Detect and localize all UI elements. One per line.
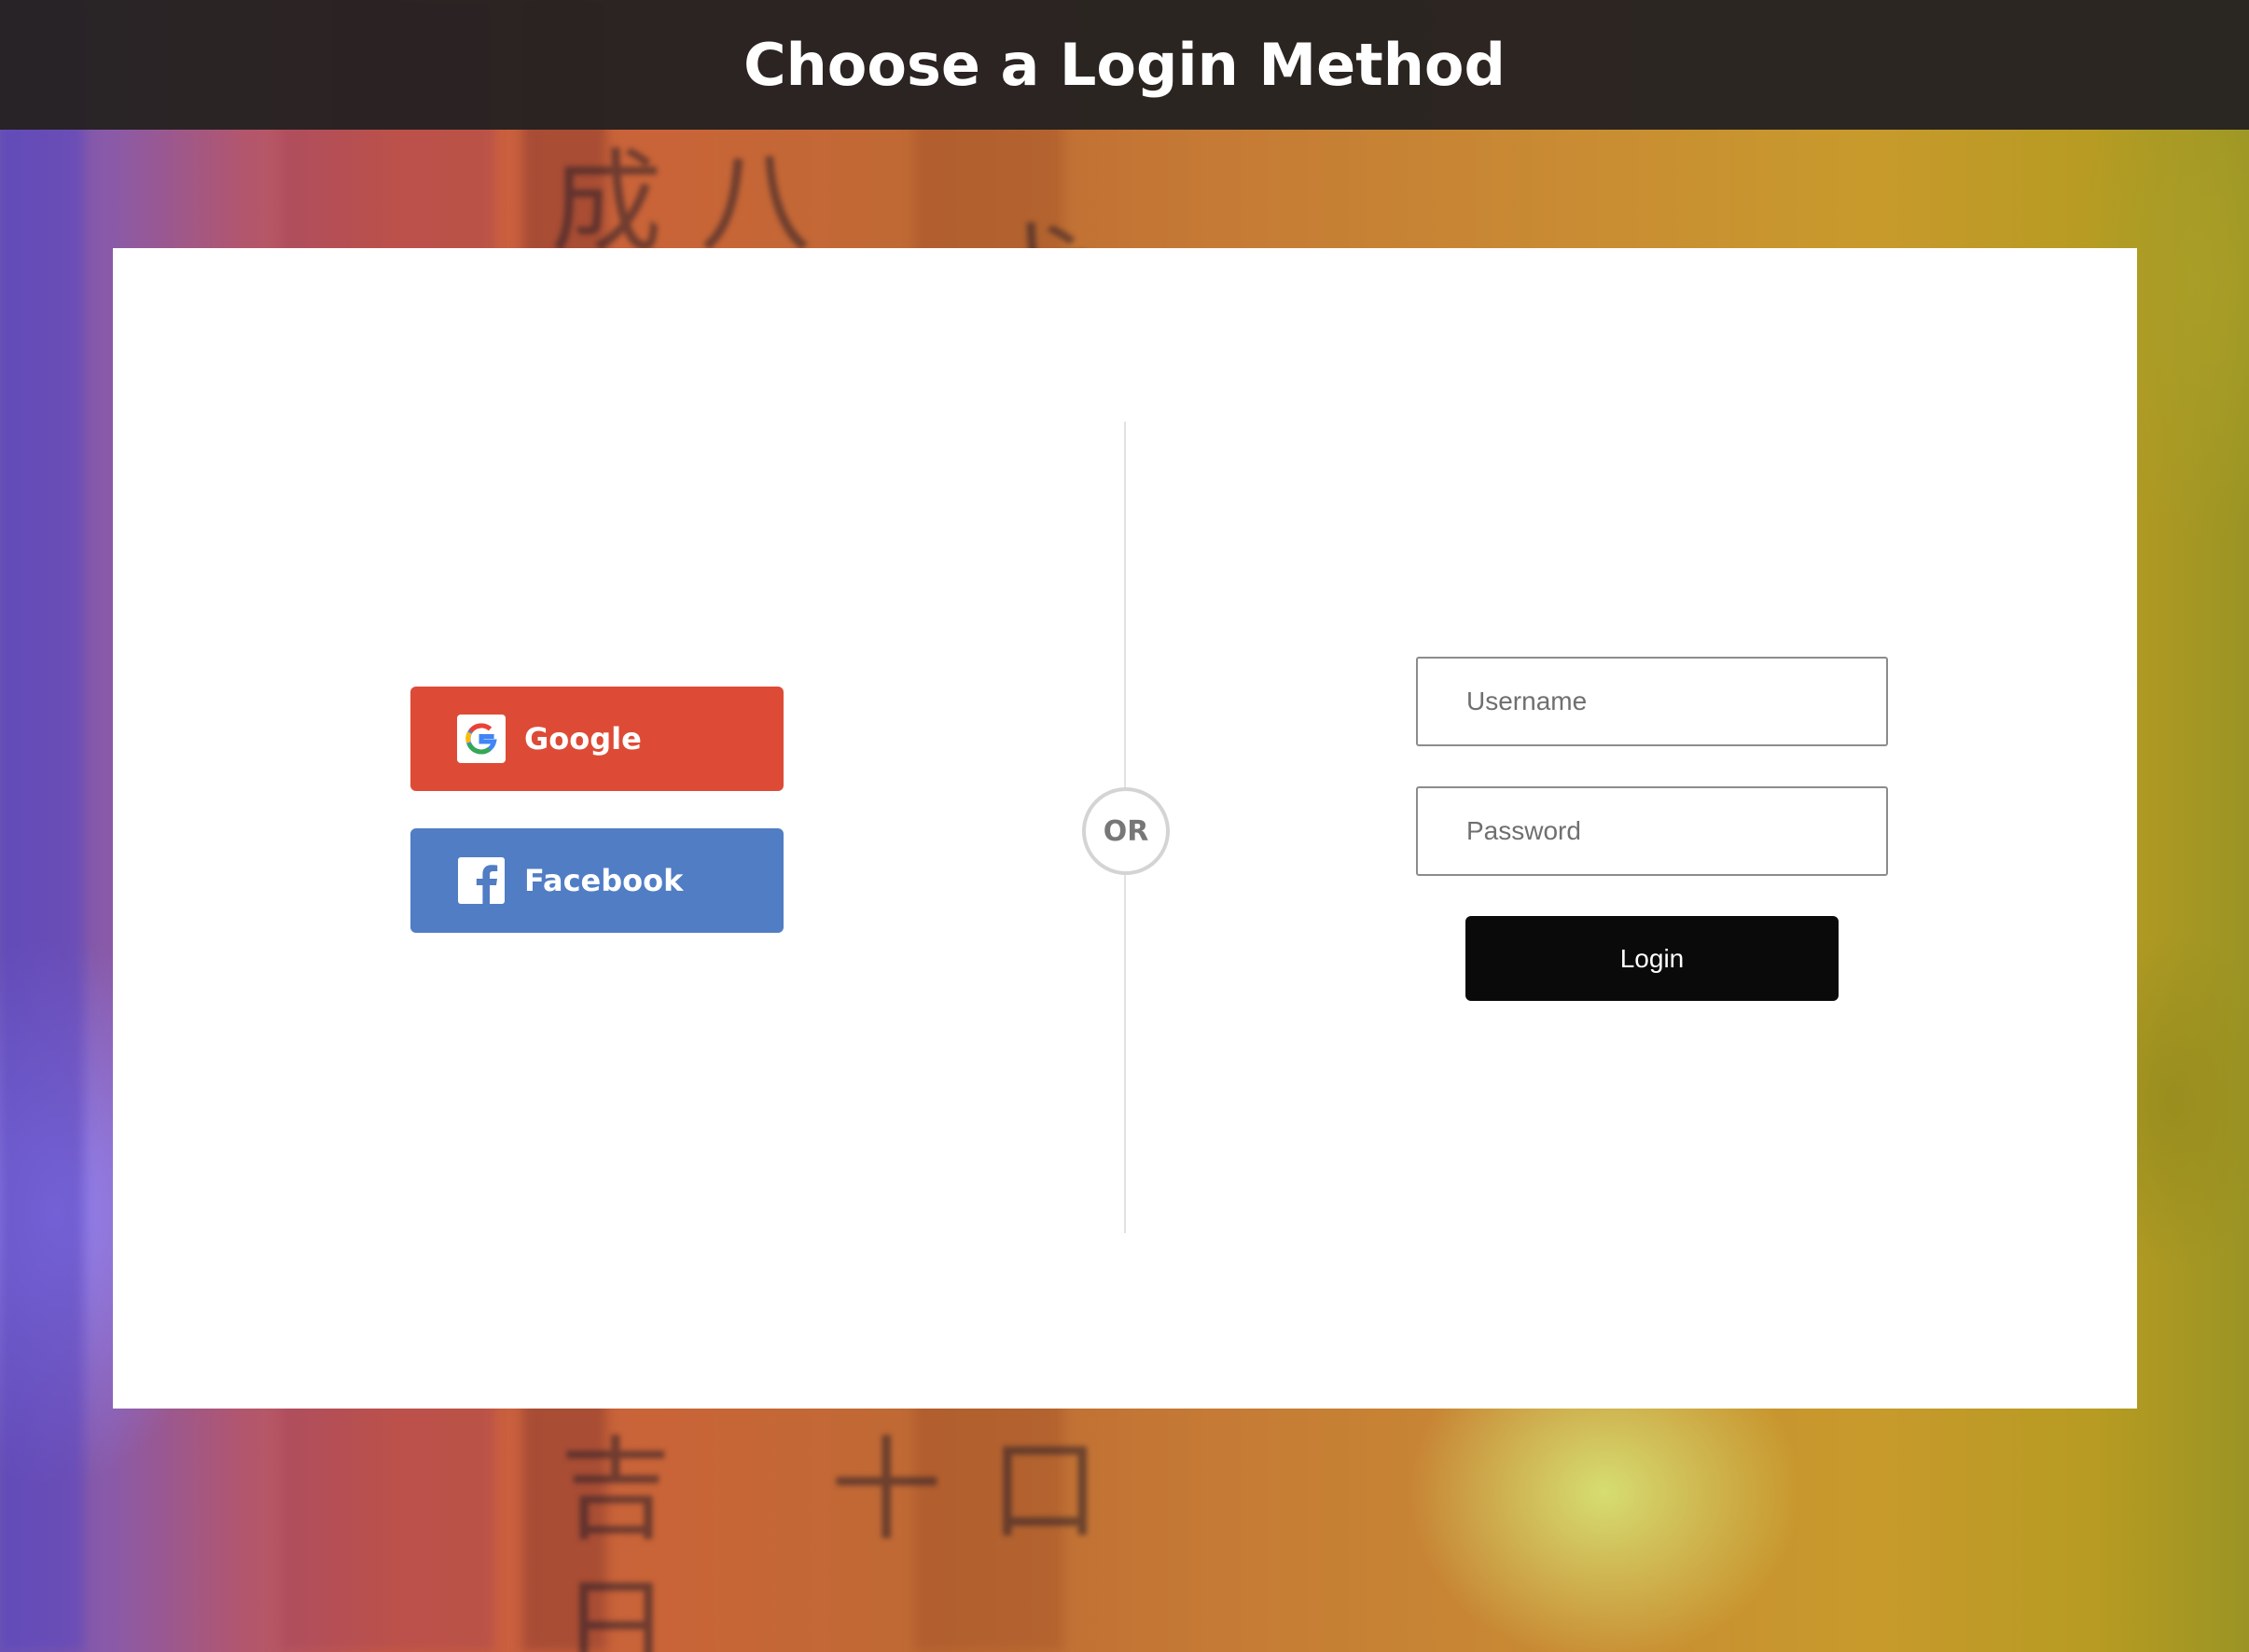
or-separator: OR (1082, 787, 1170, 875)
password-input[interactable] (1416, 786, 1888, 876)
page-title: Choose a Login Method (743, 31, 1506, 99)
username-input[interactable] (1416, 657, 1888, 746)
facebook-login-label: Facebook (524, 863, 684, 898)
google-login-button[interactable]: Google (410, 687, 784, 791)
header-bar: Choose a Login Method (0, 0, 2249, 130)
google-logo-icon (457, 715, 506, 763)
login-card: Google Facebook OR Login (113, 248, 2137, 1409)
facebook-logo-icon (457, 856, 506, 905)
login-button[interactable]: Login (1465, 916, 1839, 1001)
google-login-label: Google (524, 721, 642, 757)
facebook-login-button[interactable]: Facebook (410, 828, 784, 933)
login-page: 成 八 弋 吉 十 口 日 Choose a Login Method Goog… (0, 0, 2249, 1652)
